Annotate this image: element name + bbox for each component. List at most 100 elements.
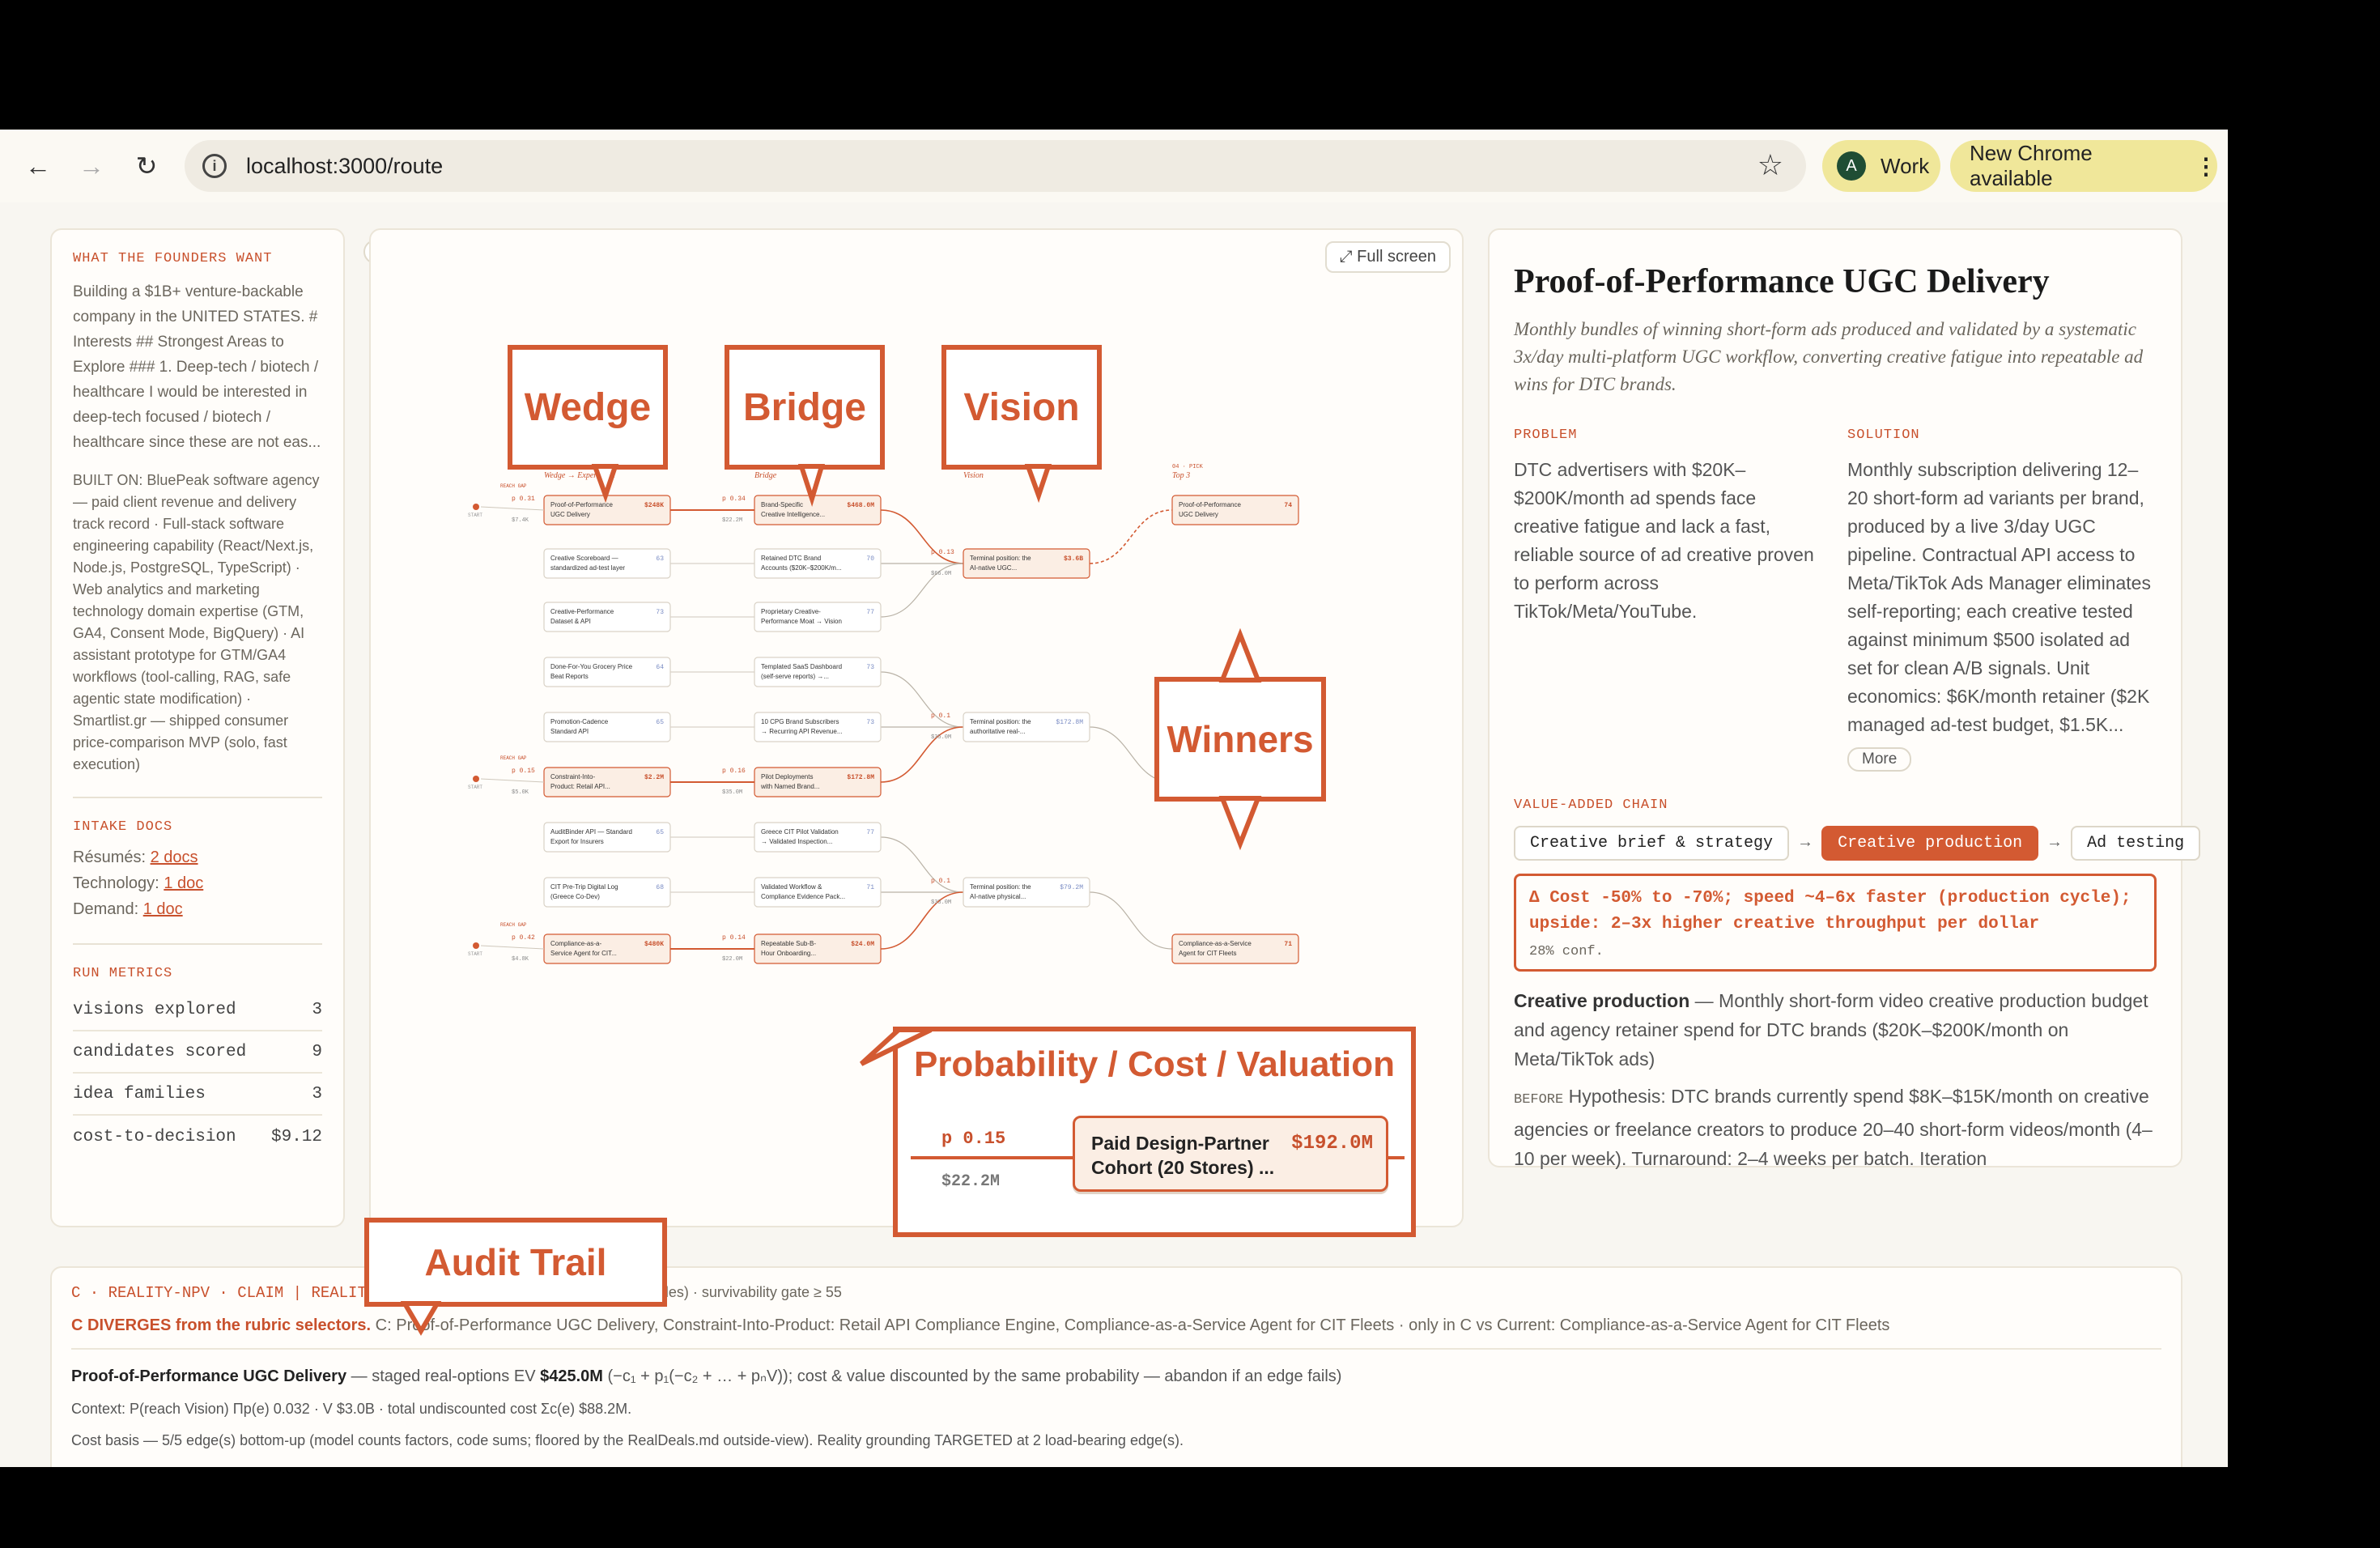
- bridge-node-label: Greece CIT Pilot Validation: [761, 828, 839, 836]
- bridge-node: [754, 602, 882, 632]
- bridge-node-label: → Validated Inspection...: [761, 838, 832, 845]
- bridge-node-label: Brand-Specific: [761, 501, 803, 508]
- metric-row: idea families 3: [73, 1074, 322, 1116]
- bridge-node-value: $172.8M: [847, 774, 874, 781]
- forward-icon[interactable]: →: [73, 147, 110, 185]
- wedge-node-label: Proof-of-Performance: [550, 501, 613, 508]
- bridge-node-value: 70: [866, 555, 874, 563]
- winner-node-value: 71: [1284, 941, 1292, 948]
- page-content: ‹ WHAT THE FOUNDERS WANT Building a $1B+…: [0, 202, 2228, 1467]
- vision-node-value: $172.8M: [1056, 719, 1083, 726]
- divider: [73, 797, 322, 798]
- more-menu-icon[interactable]: ⋮: [2195, 153, 2217, 180]
- callout-wedge: Wedge: [508, 345, 668, 470]
- chain-step-active[interactable]: Creative production: [1821, 826, 2039, 861]
- metric-row: candidates scored 9: [73, 1031, 322, 1074]
- wedge-node-label: Creative-Performance: [550, 608, 614, 615]
- stage-name: Creative production: [1514, 990, 1690, 1011]
- bridge-node-label: Hour Onboarding...: [761, 950, 816, 957]
- arrow-right-icon: →: [2050, 834, 2060, 853]
- callout-audit-trail: Audit Trail: [364, 1218, 667, 1307]
- vision-node: [963, 877, 1090, 908]
- delta-box: Δ Cost -50% to -70%; speed ~4–6x faster …: [1514, 874, 2157, 972]
- chrome-update-button[interactable]: New Chrome available ⋮: [1950, 140, 2217, 192]
- wedge-node: [543, 712, 671, 742]
- solution-column: SOLUTION Monthly subscription delivering…: [1847, 427, 2157, 772]
- wedge-node-label: AuditBinder API — Standard: [550, 828, 632, 836]
- start-label: START: [468, 951, 482, 957]
- zoom-node-line1: Paid Design-Partner: [1091, 1133, 1269, 1154]
- wedge-node: [543, 602, 671, 632]
- bridge-node-label: → Recurring API Revenue...: [761, 728, 843, 735]
- wedge-node-value: 73: [656, 609, 664, 616]
- start-marker: [473, 942, 479, 949]
- more-button[interactable]: More: [1847, 747, 1912, 772]
- zoom-edge-line: [1388, 1156, 1405, 1159]
- bridge-node-value: 77: [866, 829, 874, 836]
- wedge-node-label: Beat Reports: [550, 673, 589, 680]
- address-bar[interactable]: i localhost:3000/route ☆: [185, 140, 1806, 192]
- bridge-node-cost: $22.2M: [722, 517, 742, 524]
- avatar: A: [1837, 151, 1866, 181]
- intake-link[interactable]: 2 docs: [151, 848, 198, 866]
- wedge-node-probability: p 0.31: [512, 495, 535, 503]
- problem-column: PROBLEM DTC advertisers with $20K–$200K/…: [1514, 427, 1823, 772]
- start-label: START: [468, 785, 482, 790]
- bridge-node-label: (self-serve reports) →...: [761, 673, 829, 680]
- vision-node-value: $3.6B: [1064, 555, 1083, 563]
- intake-row: Résumés: 2 docs: [73, 844, 322, 870]
- bookmark-star-icon[interactable]: ☆: [1757, 148, 1783, 182]
- callout-probability: Probability / Cost / Valuation p 0.15 $2…: [893, 1027, 1416, 1237]
- column-title: Top 3: [1172, 471, 1190, 480]
- vision-node-probability: p 0.1: [931, 878, 950, 885]
- bridge-node-value: 73: [866, 719, 874, 726]
- site-info-icon[interactable]: i: [202, 154, 227, 178]
- bridge-node-label: with Named Brand...: [760, 783, 819, 790]
- problem-title: PROBLEM: [1514, 427, 1578, 443]
- reload-icon[interactable]: ↻: [128, 147, 165, 185]
- wedge-node-value: 65: [656, 719, 664, 726]
- chain-step[interactable]: Creative brief & strategy: [1514, 826, 1790, 861]
- reach-label: REACH GAP: [500, 922, 527, 928]
- wedge-node-label: Done-For-You Grocery Price: [550, 663, 633, 670]
- chain-step[interactable]: Ad testing: [2071, 826, 2201, 861]
- vision-node-cost: $35.0M: [931, 734, 951, 741]
- intake-list: Résumés: 2 docs Technology: 1 doc Demand…: [73, 844, 322, 922]
- problem-text: DTC advertisers with $20K–$200K/month ad…: [1514, 459, 1814, 622]
- intake-link[interactable]: 1 doc: [143, 900, 183, 918]
- wedge-node-label: Export for Insurers: [550, 838, 604, 845]
- winner-node: [1171, 495, 1299, 525]
- claim-rest: (−c₁ + p₁(−c₂ + … + pₙV)); cost & value …: [602, 1367, 1342, 1385]
- back-icon[interactable]: ←: [19, 147, 57, 185]
- zoom-node-value: $192.0M: [1291, 1133, 1373, 1155]
- wedge-node-label: (Greece Co-Dev): [550, 893, 600, 900]
- wedge-node-label: Service Agent for CIT...: [550, 950, 617, 957]
- zoom-node[interactable]: Paid Design-Partner Cohort (20 Stores) ..…: [1073, 1116, 1388, 1192]
- wedge-node-probability: p 0.42: [512, 934, 535, 942]
- graph-edge: [480, 778, 545, 783]
- founders-text: Building a $1B+ venture-backable company…: [73, 283, 321, 451]
- wedge-node-value: 68: [656, 884, 664, 891]
- divider: [71, 1348, 2161, 1350]
- intake-label: Demand:: [73, 900, 139, 918]
- intake-link[interactable]: 1 doc: [164, 874, 203, 892]
- profile-button[interactable]: A Work: [1822, 140, 1940, 192]
- intake-row: Demand: 1 doc: [73, 896, 322, 922]
- audit-context: Context: P(reach Vision) Πp(e) 0.032 · V…: [71, 1401, 632, 1417]
- vision-node-label: Terminal position: the: [970, 718, 1031, 725]
- intake-label: Résumés:: [73, 848, 147, 866]
- start-label: START: [468, 512, 482, 518]
- bridge-node: [754, 548, 882, 579]
- start-marker: [473, 776, 479, 782]
- vision-node-label: Terminal position: the: [970, 555, 1031, 562]
- winner-node-label: Proof-of-Performance: [1179, 501, 1241, 508]
- wedge-node-cost: $5.0K: [512, 789, 529, 796]
- idea-title: Proof-of-Performance UGC Delivery: [1514, 263, 2050, 300]
- intake-row: Technology: 1 doc: [73, 870, 322, 896]
- url-text[interactable]: localhost:3000/route: [246, 154, 443, 179]
- winner-node: [1171, 933, 1299, 964]
- metrics-list: visions explored 3 candidates scored 9 ide…: [73, 989, 322, 1158]
- winner-node-label: UGC Delivery: [1179, 511, 1218, 518]
- zoom-node-line2: Cohort (20 Stores) ...: [1091, 1157, 1275, 1178]
- wedge-node: [543, 657, 671, 687]
